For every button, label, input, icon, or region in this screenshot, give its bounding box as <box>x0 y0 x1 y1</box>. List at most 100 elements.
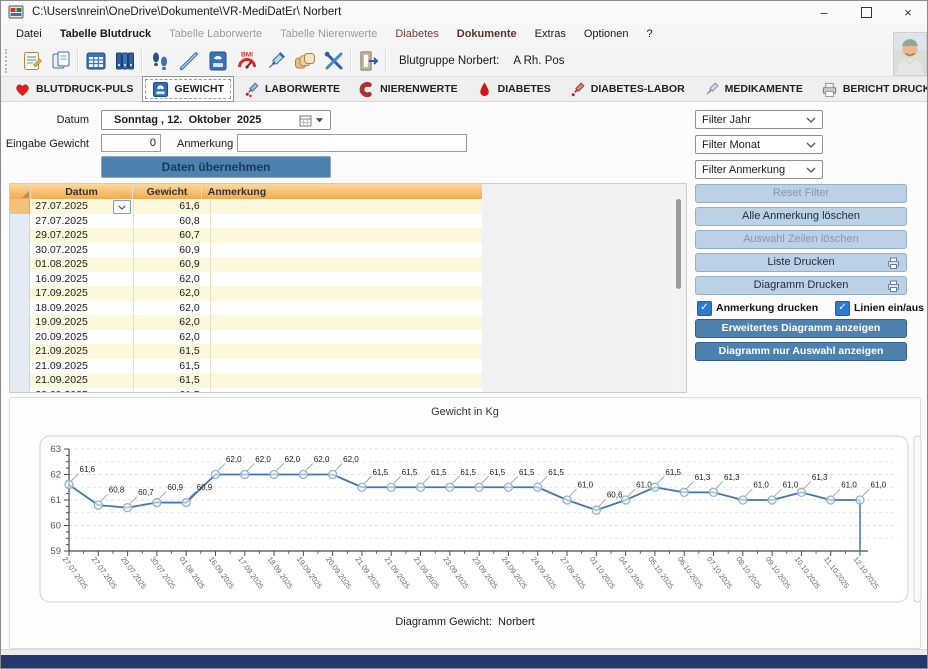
footprints-toolbar-button[interactable] <box>145 47 174 75</box>
tab-medikamente[interactable]: MEDIKAMENTE <box>694 78 812 101</box>
tab-blutdruck-puls[interactable]: BLUTDRUCK-PULS <box>5 78 142 101</box>
gewicht-cell[interactable]: 62,0 <box>134 301 210 316</box>
tab-diabetes[interactable]: DIABETES <box>467 78 560 101</box>
anmerkung-cell[interactable] <box>211 199 482 214</box>
table-row[interactable]: 30.07.202560,9 <box>10 243 482 258</box>
row-selector-cell[interactable] <box>10 388 30 394</box>
gewicht-cell[interactable]: 62,0 <box>134 330 210 345</box>
syringe-toolbar-button[interactable] <box>261 47 290 75</box>
diagramm-drucken-button[interactable]: Diagramm Drucken <box>695 276 907 295</box>
row-selector-cell[interactable] <box>10 228 30 243</box>
scale-toolbar-button[interactable] <box>203 47 232 75</box>
datum-cell[interactable]: 01.08.2025 <box>30 257 134 272</box>
anmerkung-cell[interactable] <box>211 272 482 287</box>
anmerkung-cell[interactable] <box>211 214 482 229</box>
notes-toolbar-button[interactable] <box>17 47 46 75</box>
table-row[interactable]: 27.07.202560,8 <box>10 214 482 229</box>
table-row[interactable]: 18.09.202562,0 <box>10 301 482 316</box>
row-selector-cell[interactable] <box>10 286 30 301</box>
gewicht-cell[interactable]: 60,8 <box>134 214 210 229</box>
scrollbar-thumb[interactable] <box>676 199 681 289</box>
binders-toolbar-button[interactable] <box>110 47 139 75</box>
auswahl-zeilen-loeschen-button[interactable]: Auswahl Zeilen löschen <box>695 230 907 249</box>
table-row[interactable]: 23.09.202561,5 <box>10 388 482 394</box>
datum-cell[interactable]: 23.09.2025 <box>30 388 134 394</box>
erweitertes-diagramm-button[interactable]: Erweitertes Diagramm anzeigen <box>695 319 907 338</box>
row-selector-cell[interactable] <box>10 272 30 287</box>
datum-cell[interactable]: 27.07.2025 <box>30 199 134 214</box>
alle-anmerkung-loeschen-button[interactable]: Alle Anmerkung löschen <box>695 207 907 226</box>
anmerkung-cell[interactable] <box>211 388 482 394</box>
tab-bericht-drucken[interactable]: BERICHT DRUCKEN <box>812 78 928 101</box>
table-row[interactable]: 17.09.202562,0 <box>10 286 482 301</box>
anmerkung-cell[interactable] <box>211 286 482 301</box>
bread-toolbar-button[interactable] <box>290 47 319 75</box>
reset-filter-button[interactable]: Reset Filter <box>695 184 907 203</box>
tools-toolbar-button[interactable] <box>319 47 348 75</box>
liste-drucken-button[interactable]: Liste Drucken <box>695 253 907 272</box>
bmi-toolbar-button[interactable]: BMI <box>232 47 261 75</box>
tab-laborwerte[interactable]: LABORWERTE <box>234 78 349 101</box>
row-selector-cell[interactable] <box>10 359 30 374</box>
table-row[interactable]: 20.09.202562,0 <box>10 330 482 345</box>
anmerkung-cell[interactable] <box>211 257 482 272</box>
exit-toolbar-button[interactable] <box>354 47 383 75</box>
menu-item-dokumente[interactable]: Dokumente <box>448 23 526 45</box>
table-row[interactable]: 16.09.202562,0 <box>10 272 482 287</box>
column-header-gewicht[interactable]: Gewicht <box>133 184 202 199</box>
gewicht-cell[interactable]: 60,7 <box>134 228 210 243</box>
datum-cell[interactable]: 17.09.2025 <box>30 286 134 301</box>
row-selector-cell[interactable] <box>10 344 30 359</box>
gewicht-cell[interactable]: 62,0 <box>134 286 210 301</box>
gewicht-cell[interactable]: 61,5 <box>134 359 210 374</box>
daten-uebernehmen-button[interactable]: Daten übernehmen <box>101 156 331 178</box>
row-selector-cell[interactable] <box>10 330 30 345</box>
anmerkung-cell[interactable] <box>211 315 482 330</box>
filter-jahr-select[interactable]: Filter Jahr <box>695 110 823 129</box>
table-row[interactable]: 21.09.202561,5 <box>10 359 482 374</box>
row-selector-cell[interactable] <box>10 301 30 316</box>
gewicht-input[interactable] <box>101 134 161 152</box>
date-picker[interactable]: Sonntag , 12. Oktober 2025 <box>101 110 331 130</box>
gewicht-cell[interactable]: 61,5 <box>134 373 210 388</box>
gewicht-cell[interactable]: 61,5 <box>134 344 210 359</box>
datum-cell[interactable]: 27.07.2025 <box>30 214 134 229</box>
row-selector-cell[interactable] <box>10 315 30 330</box>
linien-ein-aus-checkbox[interactable]: ✓ Linien ein/aus <box>835 301 924 316</box>
table-row[interactable]: 29.07.202560,7 <box>10 228 482 243</box>
menu-item-tabelle-blutdruck[interactable]: Tabelle Blutdruck <box>51 23 160 45</box>
anmerkung-input[interactable] <box>237 134 467 152</box>
calendar-toolbar-button[interactable] <box>81 47 110 75</box>
anmerkung-cell[interactable] <box>211 359 482 374</box>
table-row[interactable]: 19.09.202562,0 <box>10 315 482 330</box>
tab-gewicht[interactable]: GEWICHT <box>142 76 234 102</box>
row-selector-cell[interactable] <box>10 243 30 258</box>
column-header-datum[interactable]: Datum <box>31 184 133 199</box>
table-row[interactable]: 27.07.202561,6 <box>10 199 482 214</box>
datum-cell-dropdown[interactable] <box>113 200 131 214</box>
gewicht-cell[interactable]: 61,6 <box>134 199 210 214</box>
column-header-anmerkung[interactable]: Anmerkung <box>202 184 482 199</box>
gewicht-cell[interactable]: 60,9 <box>134 243 210 258</box>
table-scrollbar[interactable] <box>672 198 685 392</box>
gewicht-cell[interactable]: 62,0 <box>134 272 210 287</box>
gewicht-cell[interactable]: 60,9 <box>134 257 210 272</box>
anmerkung-cell[interactable] <box>211 344 482 359</box>
table-row[interactable]: 21.09.202561,5 <box>10 373 482 388</box>
select-all-cell[interactable] <box>10 184 31 199</box>
toolbar-grip[interactable] <box>5 49 11 73</box>
anmerkung-drucken-checkbox[interactable]: ✓ Anmerkung drucken <box>697 301 818 316</box>
datum-cell[interactable]: 21.09.2025 <box>30 373 134 388</box>
datum-cell[interactable]: 29.07.2025 <box>30 228 134 243</box>
table-row[interactable]: 01.08.202560,9 <box>10 257 482 272</box>
maximize-button[interactable] <box>845 1 887 23</box>
table-row[interactable]: 21.09.202561,5 <box>10 344 482 359</box>
anmerkung-cell[interactable] <box>211 301 482 316</box>
diagramm-nur-auswahl-button[interactable]: Diagramm nur Auswahl anzeigen <box>695 342 907 361</box>
datum-cell[interactable]: 19.09.2025 <box>30 315 134 330</box>
minimize-button[interactable]: – <box>803 1 845 23</box>
anmerkung-cell[interactable] <box>211 243 482 258</box>
datum-cell[interactable]: 21.09.2025 <box>30 344 134 359</box>
filter-anmerkung-select[interactable]: Filter Anmerkung <box>695 160 823 179</box>
row-selector-cell[interactable] <box>10 199 30 214</box>
